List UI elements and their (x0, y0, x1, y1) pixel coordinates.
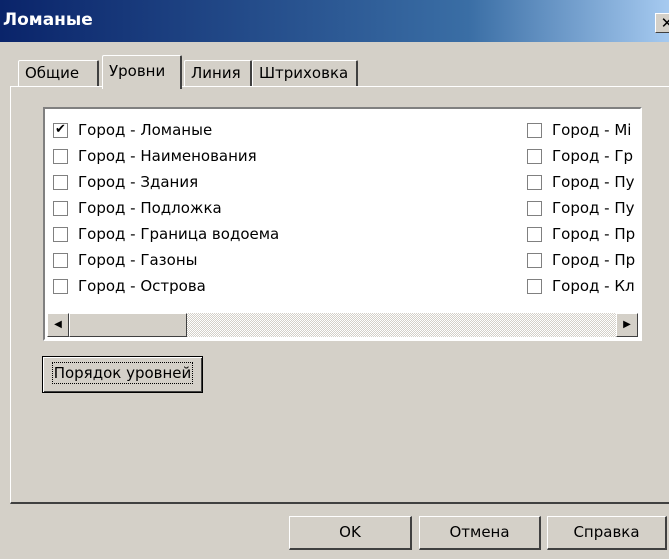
level-item[interactable]: Город - Граница водоема (53, 221, 279, 247)
level-label: Город - Газоны (78, 251, 198, 269)
tab-general[interactable]: Общие (18, 60, 99, 87)
ok-label: OK (339, 523, 361, 541)
levels-column-left: ✔ Город - Ломаные Город - Наименования Горо… (53, 117, 279, 299)
level-label: Город - Мі (552, 121, 632, 139)
level-label: Город - Здания (78, 173, 199, 191)
level-checkbox[interactable] (527, 278, 542, 294)
level-order-button[interactable]: Порядок уровней (42, 356, 203, 393)
level-item[interactable]: Город - Острова (53, 273, 279, 299)
tab-general-label: Общие (25, 64, 80, 82)
tab-hatching-label: Штриховка (259, 64, 349, 82)
level-item[interactable]: ✔ Город - Ломаные (53, 117, 279, 143)
level-checkbox[interactable] (527, 122, 542, 138)
level-item[interactable]: Город - Гр (527, 143, 640, 169)
level-checkbox[interactable] (53, 174, 68, 190)
level-checkbox[interactable] (527, 226, 542, 242)
level-checkbox[interactable] (53, 200, 68, 216)
scroll-left-button[interactable]: ◀ (47, 313, 69, 337)
window-title: Ломаные (3, 10, 93, 30)
level-label: Город - Острова (78, 277, 206, 295)
levels-column-right: Город - Мі Город - Гр Город - Пу Город - Пу… (527, 117, 640, 299)
level-label: Город - Наименования (78, 147, 257, 165)
level-checkbox[interactable] (527, 148, 542, 164)
scroll-right-button[interactable]: ▶ (616, 313, 638, 337)
level-checkbox[interactable] (53, 148, 68, 164)
level-checkbox[interactable] (53, 278, 68, 294)
tab-levels-label: Уровни (109, 62, 166, 80)
close-icon: ✕ (660, 14, 669, 32)
level-item[interactable]: Город - Пр (527, 221, 640, 247)
level-checkbox[interactable] (527, 200, 542, 216)
tab-levels[interactable]: Уровни (102, 55, 182, 89)
title-bar: Ломаные ✕ (0, 0, 669, 42)
cancel-button[interactable]: Отмена (419, 516, 541, 550)
level-item[interactable]: Город - Здания (53, 169, 279, 195)
ok-button[interactable]: OK (289, 516, 412, 550)
level-label: Город - Граница водоема (78, 225, 280, 243)
tab-hatching[interactable]: Штриховка (252, 60, 358, 87)
level-item[interactable]: Город - Мі (527, 117, 640, 143)
level-label: Город - Кл (552, 277, 635, 295)
close-button[interactable]: ✕ (655, 13, 669, 33)
level-item[interactable]: Город - Наименования (53, 143, 279, 169)
level-label: Город - Пу (552, 173, 635, 191)
arrow-right-icon: ▶ (623, 319, 631, 330)
horizontal-scrollbar[interactable]: ◀ ▶ (47, 313, 638, 337)
level-item[interactable]: Город - Пу (527, 169, 640, 195)
level-item[interactable]: Город - Пр (527, 247, 640, 273)
level-order-label: Порядок уровней (51, 362, 194, 384)
level-label: Город - Гр (552, 147, 634, 165)
scrollbar-thumb[interactable] (69, 313, 187, 337)
level-label: Город - Пр (552, 251, 636, 269)
level-label: Город - Пр (552, 225, 636, 243)
level-label: Город - Подложка (78, 199, 222, 217)
arrow-left-icon: ◀ (54, 319, 62, 330)
help-button[interactable]: Справка (547, 516, 667, 550)
level-item[interactable]: Город - Газоны (53, 247, 279, 273)
tab-line-label: Линия (191, 64, 241, 82)
level-item[interactable]: Город - Пу (527, 195, 640, 221)
level-label: Город - Ломаные (78, 121, 213, 139)
level-checkbox[interactable]: ✔ (53, 122, 68, 138)
level-checkbox[interactable] (53, 226, 68, 242)
level-item[interactable]: Город - Подложка (53, 195, 279, 221)
level-checkbox[interactable] (527, 252, 542, 268)
tab-line[interactable]: Линия (184, 60, 252, 87)
cancel-label: Отмена (449, 523, 510, 541)
level-checkbox[interactable] (527, 174, 542, 190)
levels-listbox[interactable]: ✔ Город - Ломаные Город - Наименования Горо… (43, 107, 642, 341)
level-label: Город - Пу (552, 199, 635, 217)
level-checkbox[interactable] (53, 252, 68, 268)
help-label: Справка (573, 523, 640, 541)
level-item[interactable]: Город - Кл (527, 273, 640, 299)
